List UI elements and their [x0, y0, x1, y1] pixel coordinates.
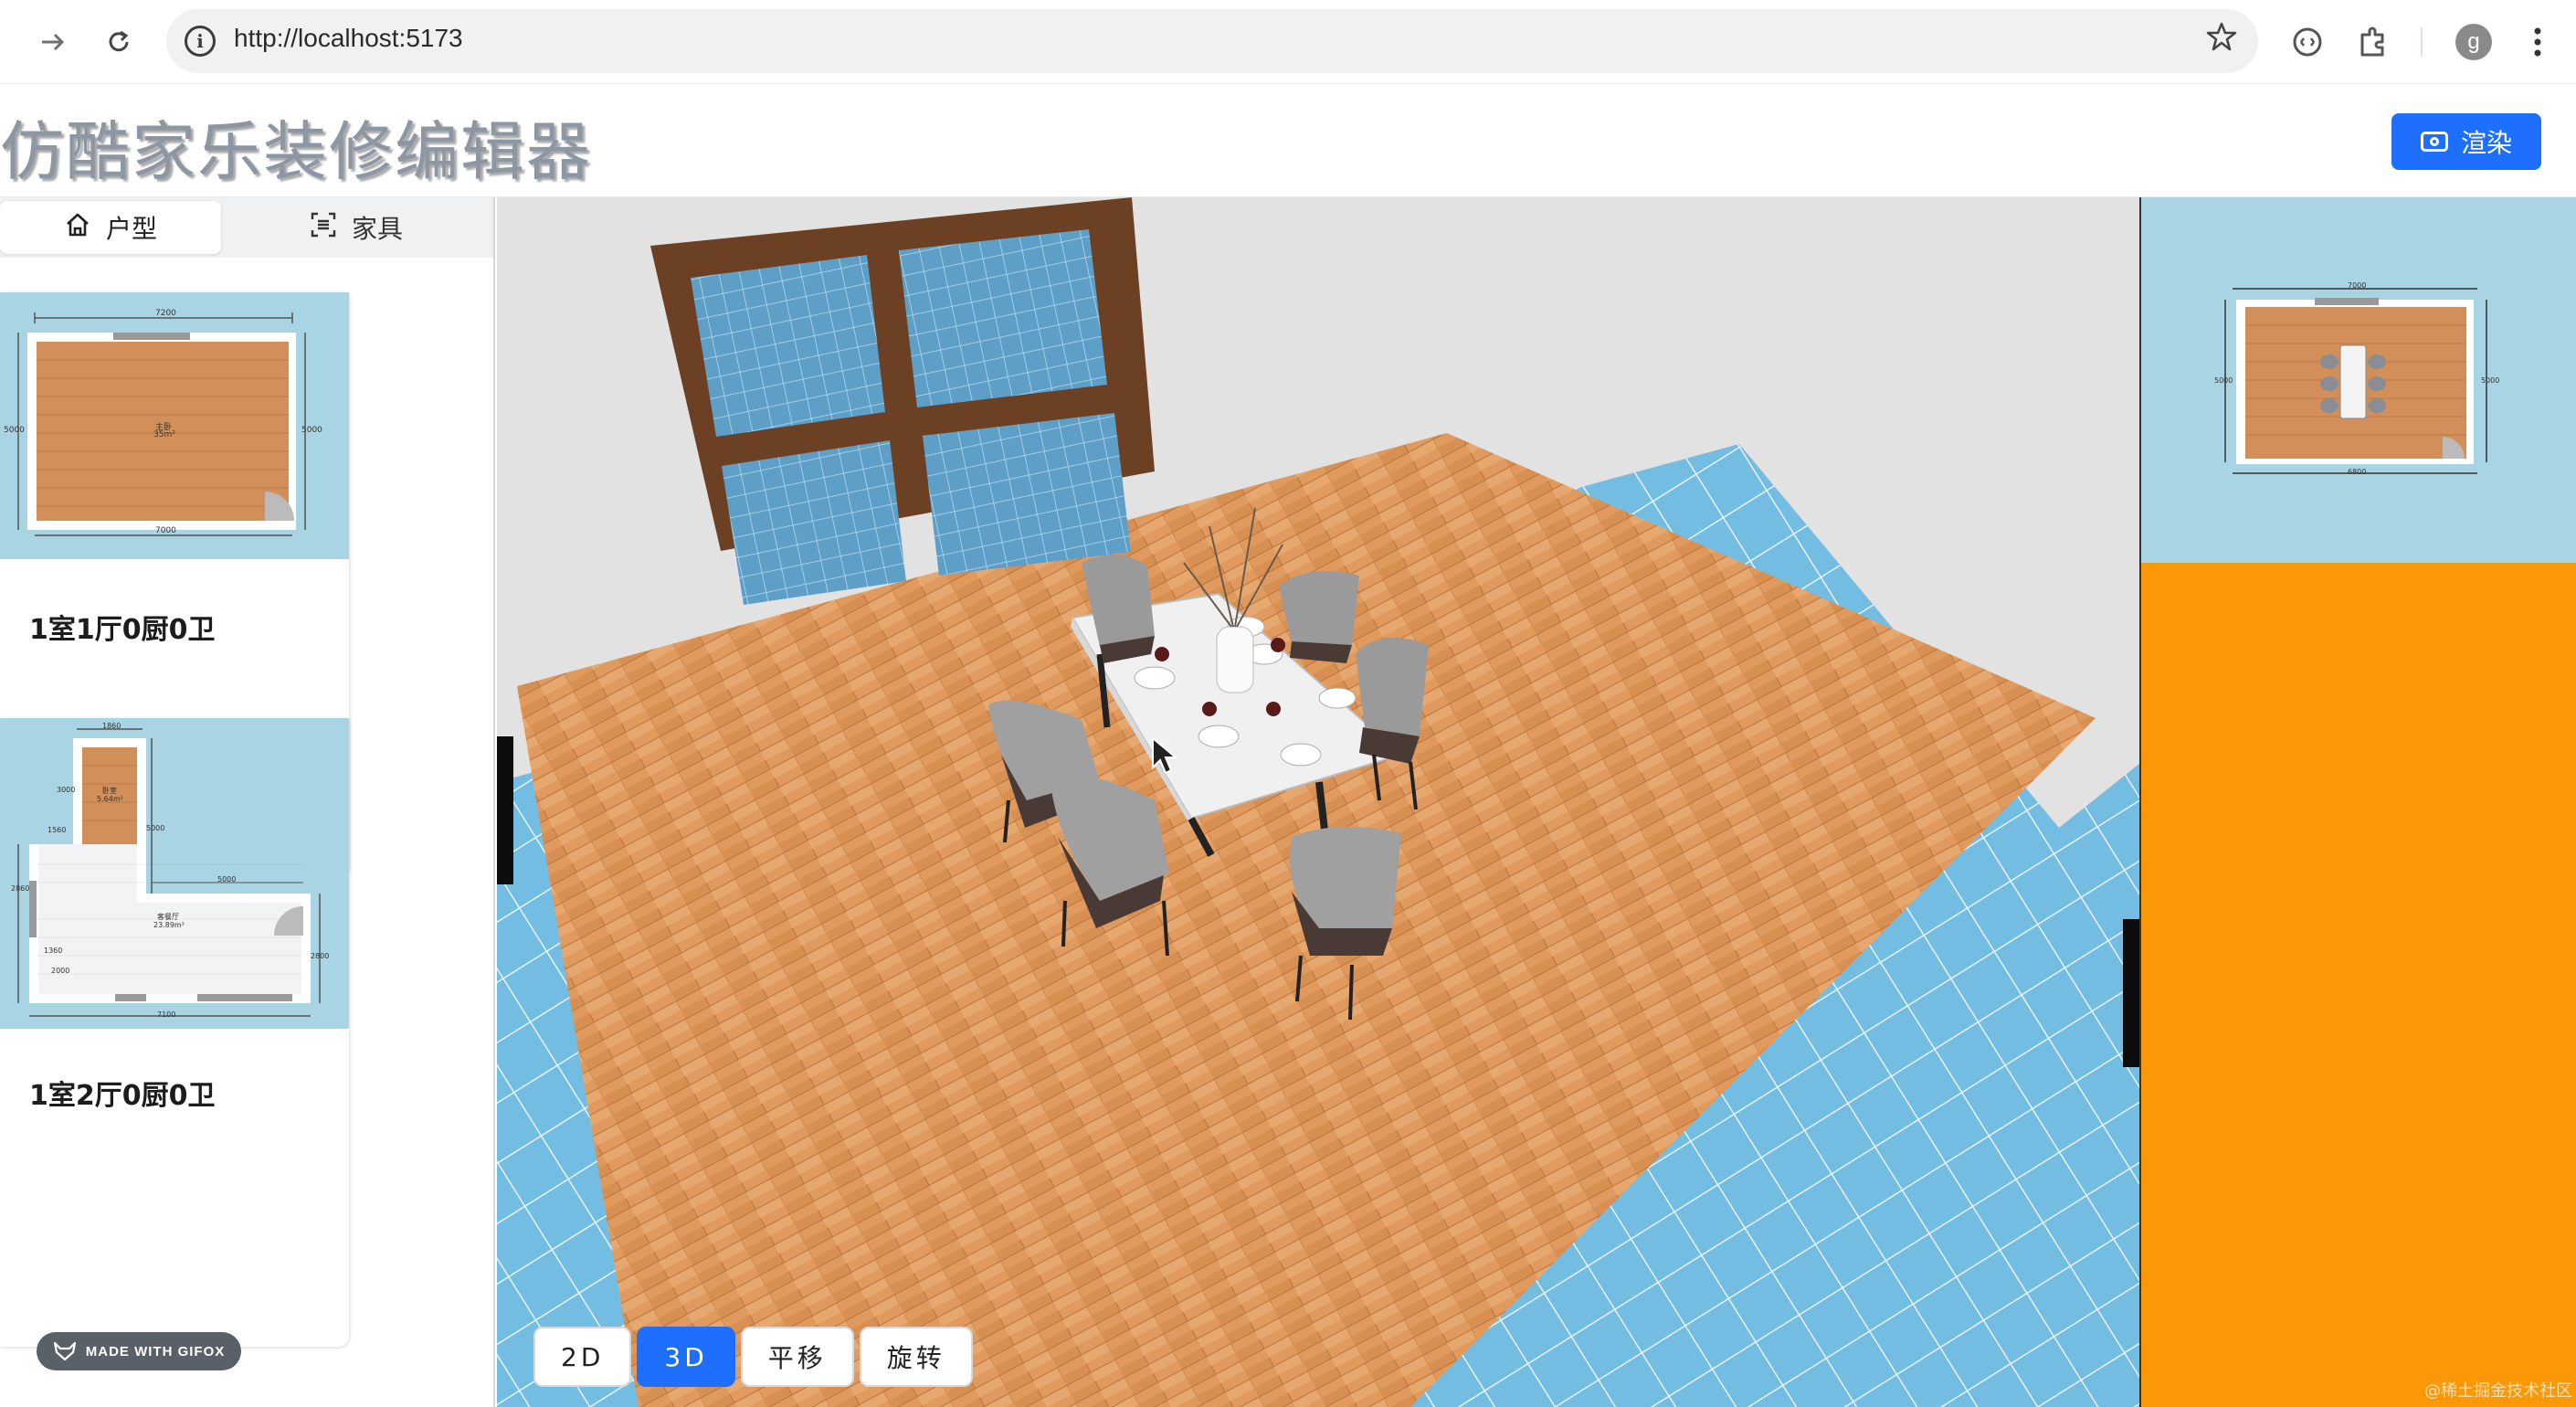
profile-avatar[interactable]: g [2455, 24, 2492, 60]
extensions-puzzle-icon[interactable] [2349, 18, 2397, 66]
mode-pan-button[interactable]: 平移 [740, 1327, 854, 1387]
bookmark-star-icon[interactable] [2205, 20, 2238, 61]
minimap-plan [2224, 288, 2487, 474]
browser-toolbar: i http://localhost:5173 g [0, 0, 2576, 84]
mode-3d-button[interactable]: 3D [637, 1327, 735, 1387]
left-sidebar: 户型 家具 7200 7000 5000 5000 主卧 35m² 1室1厅0厨… [0, 197, 495, 1407]
dim-label: 5000 [301, 426, 322, 435]
tab-furniture[interactable]: 家具 [228, 201, 484, 254]
plan-thumbnail: 1860 7100 5000 3000 1560 2860 5000 2800 … [0, 718, 349, 1029]
viewport-left-handle[interactable] [497, 736, 513, 884]
dim-label: 1560 [48, 826, 67, 834]
dim-label: 3000 [57, 786, 76, 794]
dim-label: 1860 [102, 722, 121, 730]
dim-label: 5000 [217, 875, 237, 883]
camera-icon [2420, 132, 2448, 152]
chair [1279, 571, 1359, 663]
dim-label: 5000 [2214, 376, 2233, 385]
forward-icon[interactable] [27, 16, 79, 68]
render-label: 渲染 [2460, 129, 2512, 157]
toolbar-divider [2421, 27, 2423, 57]
mode-2d-button[interactable]: 2D [533, 1327, 632, 1387]
properties-panel[interactable] [2139, 563, 2576, 1407]
tab-furniture-label: 家具 [351, 214, 403, 244]
plan-label: 1室2厅0厨0卫 [29, 1080, 216, 1112]
dim-label: 6800 [2348, 468, 2367, 476]
room-area: 23.89m² [153, 921, 185, 929]
furniture-scan-icon [310, 211, 337, 245]
home-icon [64, 211, 91, 245]
dim-label: 2800 [311, 952, 330, 960]
plan-thumbnail: 7200 7000 5000 5000 主卧 35m² [0, 292, 349, 559]
app-header: 仿酷家乐装修编辑器 渲染 [0, 84, 2576, 197]
site-info-icon[interactable]: i [185, 26, 216, 57]
minimap-panel[interactable]: 7000 6800 5000 5000 [2139, 197, 2576, 563]
app-title: 仿酷家乐装修编辑器 [0, 114, 592, 189]
viewport-right-handle[interactable] [2123, 919, 2139, 1067]
tab-floorplan-label: 户型 [105, 214, 157, 244]
dim-label: 5000 [2481, 376, 2500, 385]
sidebar-tabs: 户型 家具 [0, 197, 493, 258]
dim-label: 2860 [11, 884, 30, 893]
dim-label: 7100 [157, 1010, 176, 1019]
gifox-badge: MADE WITH GIFOX [37, 1332, 241, 1370]
view-mode-toolbar: 2D 3D 平移 旋转 [533, 1327, 973, 1387]
watermark-text: @稀土掘金技术社区 [2424, 1381, 2572, 1401]
render-button[interactable]: 渲染 [2391, 113, 2541, 170]
url-text[interactable]: http://localhost:5173 [234, 24, 463, 53]
3d-viewport[interactable] [497, 197, 2139, 1407]
tab-floorplan[interactable]: 户型 [0, 201, 221, 254]
3d-scene[interactable] [497, 197, 2139, 1407]
dim-label: 7000 [155, 526, 176, 535]
reload-icon[interactable] [93, 16, 144, 68]
fox-logo-icon [53, 1341, 76, 1361]
address-bar[interactable]: i http://localhost:5173 [166, 9, 2258, 73]
devtools-extension-icon[interactable] [2284, 18, 2331, 66]
dim-label: 7200 [155, 309, 176, 318]
dim-label: 2000 [51, 967, 70, 975]
plan-card[interactable]: 1860 7100 5000 3000 1560 2860 5000 2800 … [0, 718, 349, 1347]
room-area: 5.64m² [97, 795, 123, 803]
dim-label: 5000 [4, 426, 25, 435]
more-menu-icon[interactable] [2514, 18, 2561, 66]
dim-label: 1360 [44, 947, 63, 955]
dim-label: 5000 [146, 824, 165, 832]
gifox-text: MADE WITH GIFOX [85, 1343, 226, 1359]
plan-label: 1室1厅0厨0卫 [29, 614, 216, 646]
dim-label: 7000 [2348, 281, 2367, 290]
mode-rotate-button[interactable]: 旋转 [859, 1327, 973, 1387]
room-area: 35m² [153, 430, 175, 439]
